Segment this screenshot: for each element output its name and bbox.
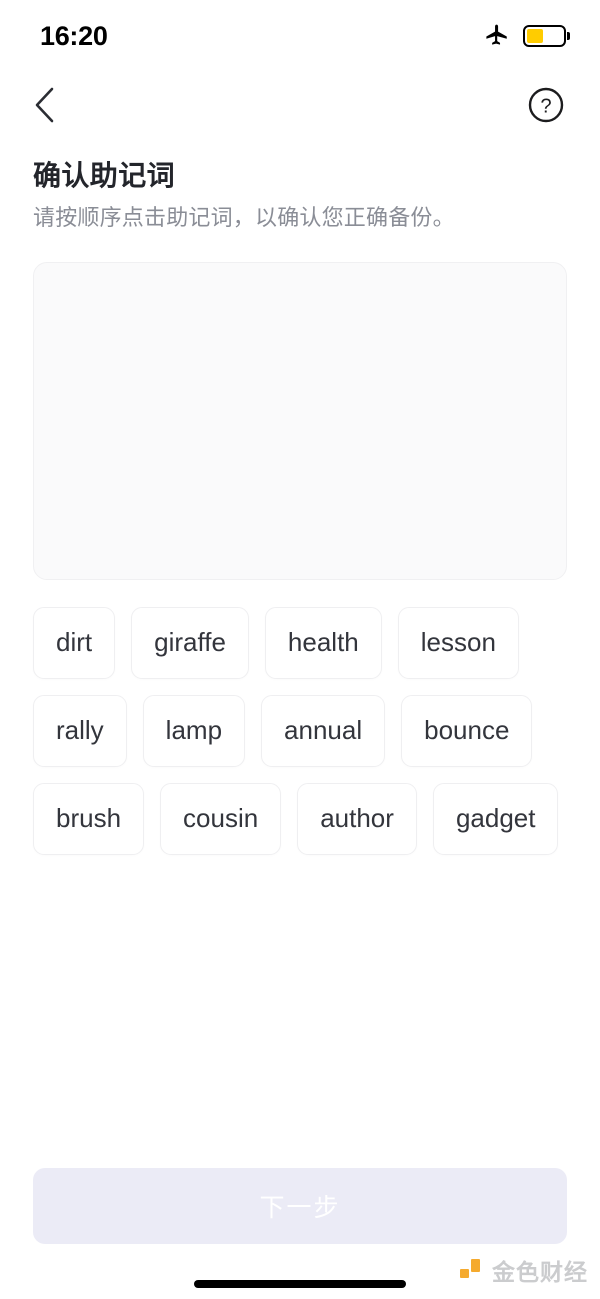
question-circle-icon: ? bbox=[528, 87, 564, 123]
word-chip[interactable]: brush bbox=[33, 782, 145, 855]
next-button[interactable]: 下一步 bbox=[33, 1168, 567, 1244]
watermark: 金色财经 bbox=[459, 1253, 588, 1287]
page-subtitle: 请按顺序点击助记词，以确认您正确备份。 bbox=[33, 205, 455, 230]
word-chip[interactable]: health bbox=[264, 606, 382, 679]
status-bar: 16:20 bbox=[0, 0, 600, 72]
help-button[interactable]: ? bbox=[526, 85, 566, 125]
back-button[interactable] bbox=[22, 83, 66, 127]
word-chip[interactable]: cousin bbox=[160, 782, 282, 855]
word-chip[interactable]: gadget bbox=[432, 782, 559, 855]
word-chip[interactable]: lamp bbox=[142, 694, 246, 767]
home-indicator[interactable] bbox=[194, 1280, 406, 1288]
watermark-text: 金色财经 bbox=[492, 1259, 588, 1285]
word-chip[interactable]: giraffe bbox=[131, 606, 249, 679]
word-chip[interactable]: bounce bbox=[401, 694, 533, 767]
airplane-mode-icon bbox=[486, 24, 507, 45]
status-bar-time: 16:20 bbox=[40, 20, 108, 51]
word-chip[interactable]: annual bbox=[261, 694, 386, 767]
header-block: 确认助记词 请按顺序点击助记词，以确认您正确备份。 bbox=[0, 138, 600, 233]
page-title: 确认助记词 bbox=[33, 160, 176, 191]
word-chip[interactable]: rally bbox=[33, 694, 127, 767]
word-chip[interactable]: author bbox=[297, 782, 417, 855]
navigation-bar: ? bbox=[0, 72, 600, 138]
jinse-logo-icon bbox=[460, 1259, 480, 1278]
svg-text:?: ? bbox=[540, 96, 551, 118]
status-bar-indicators bbox=[484, 23, 566, 49]
battery-icon bbox=[523, 25, 566, 47]
selected-words-area[interactable] bbox=[33, 261, 567, 580]
chevron-left-icon bbox=[35, 87, 54, 123]
word-chip[interactable]: dirt bbox=[33, 606, 116, 679]
word-pool: dirt giraffe health lesson rally lamp annual bo… bbox=[33, 606, 567, 855]
word-chip[interactable]: lesson bbox=[397, 606, 519, 679]
